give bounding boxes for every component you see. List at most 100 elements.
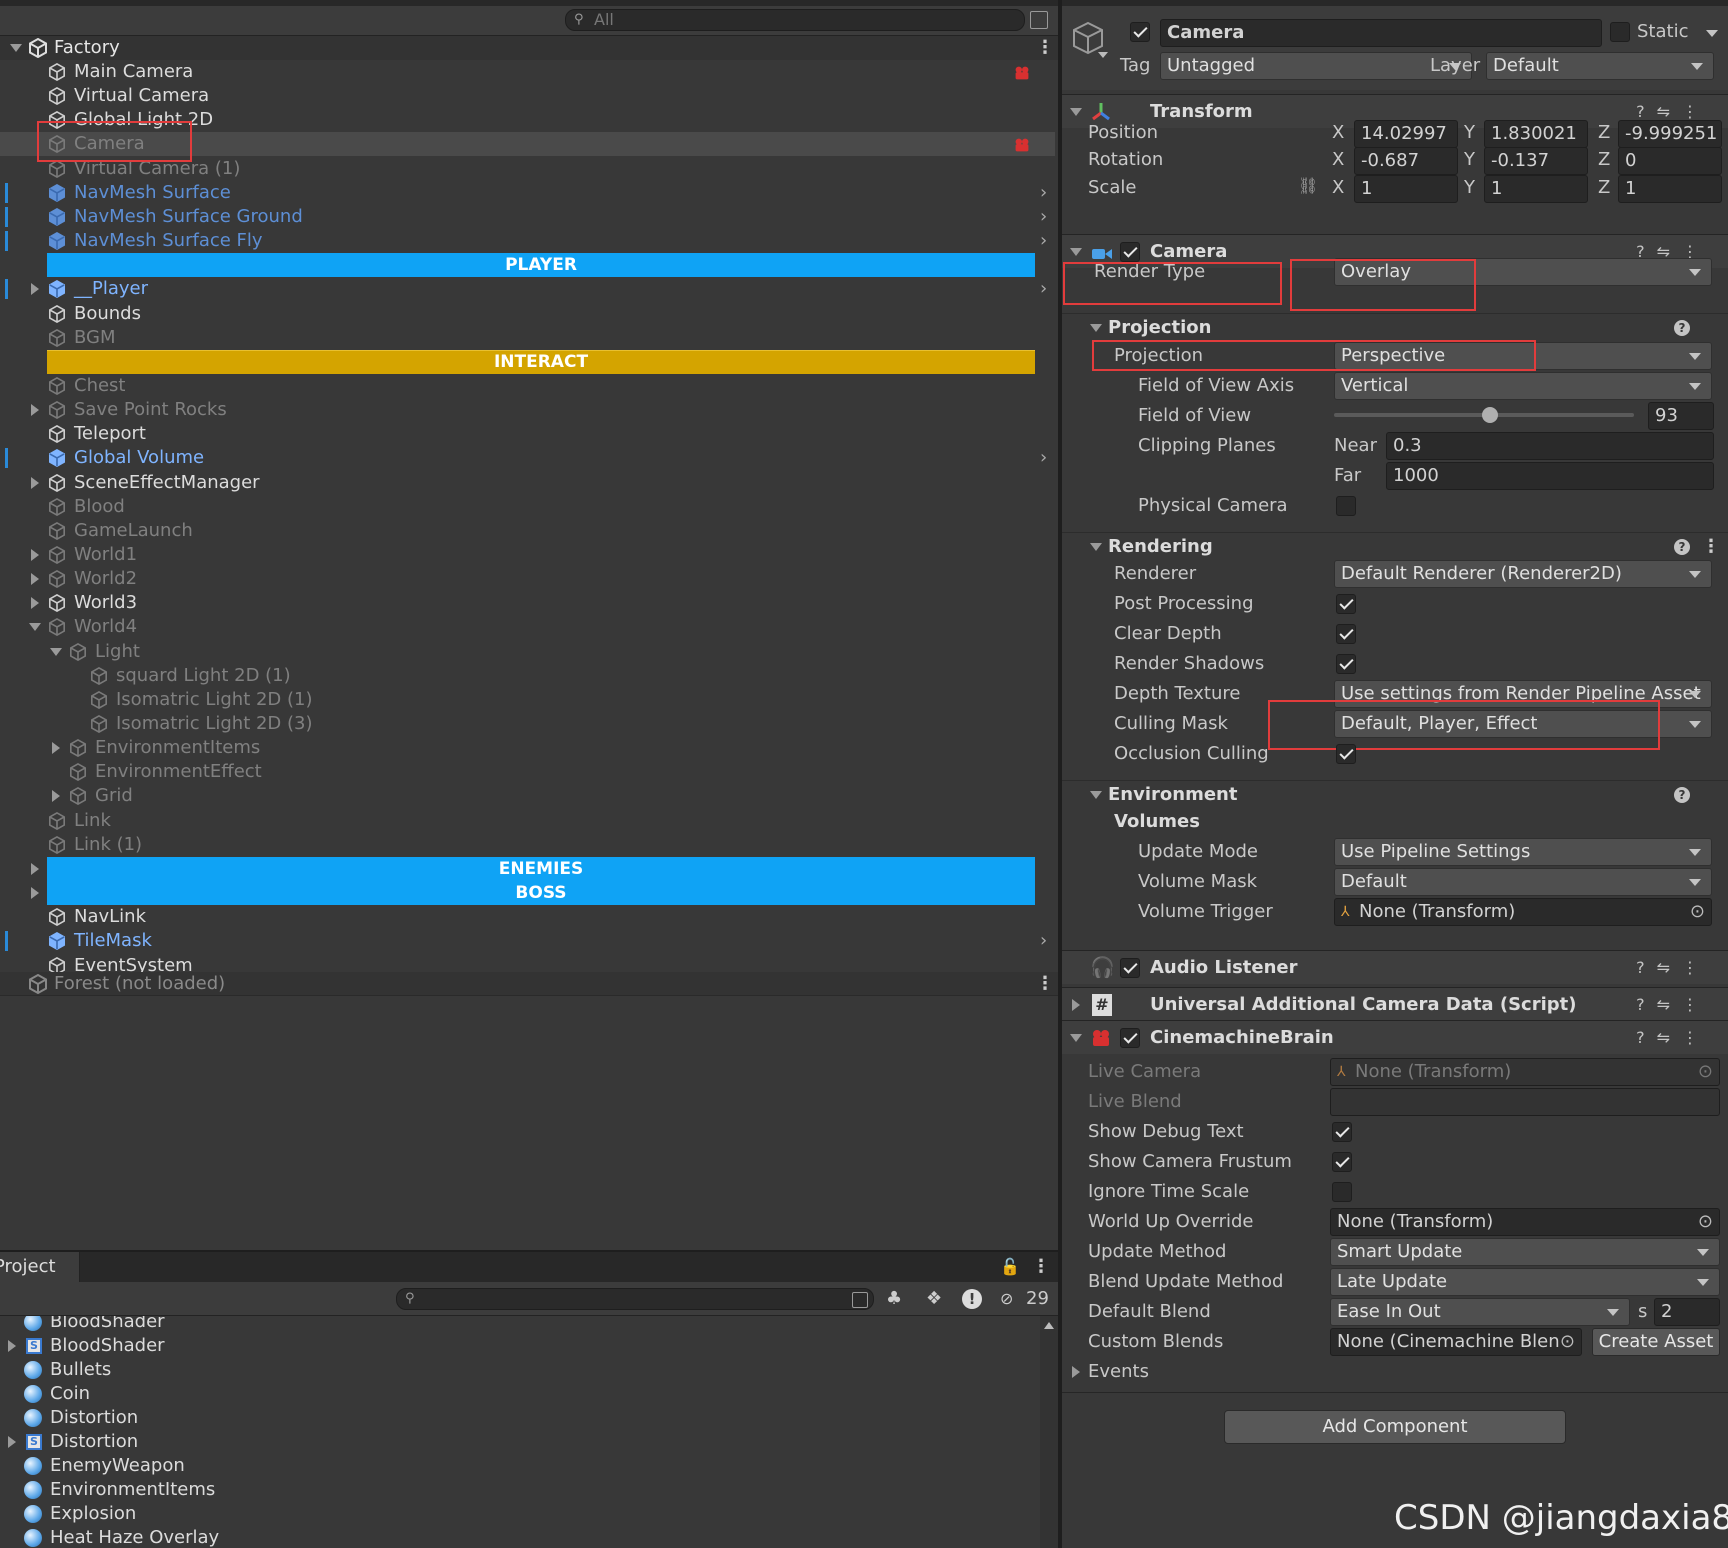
expand-arrow-icon[interactable] bbox=[52, 742, 60, 754]
hierarchy-item[interactable]: Light bbox=[0, 640, 1055, 664]
gameobject-icon[interactable] bbox=[1070, 20, 1106, 56]
project-scrollbar[interactable] bbox=[1040, 1316, 1058, 1548]
project-asset[interactable]: Heat Haze Overlay bbox=[0, 1526, 1040, 1548]
hierarchy-banner-enemies[interactable]: ENEMIES bbox=[0, 857, 1055, 881]
hierarchy-item[interactable]: Bounds bbox=[0, 302, 1055, 326]
expand-arrow-icon[interactable] bbox=[31, 887, 39, 899]
help-icon[interactable]: ? bbox=[1674, 787, 1690, 803]
expand-arrow-icon[interactable] bbox=[52, 790, 60, 802]
component-header-icons[interactable]: ?⇋⋮ bbox=[1636, 1021, 1710, 1055]
hierarchy-item[interactable]: NavLink bbox=[0, 905, 1055, 929]
panel-menu-icon[interactable]: ⋮ bbox=[1032, 1252, 1050, 1282]
open-prefab-chevron-icon[interactable]: › bbox=[1040, 929, 1047, 953]
renderer-dropdown[interactable]: Default Renderer (Renderer2D) bbox=[1334, 560, 1712, 588]
open-prefab-chevron-icon[interactable]: › bbox=[1040, 277, 1047, 301]
project-asset[interactable]: Coin bbox=[0, 1382, 1040, 1406]
projection-dropdown[interactable]: Perspective bbox=[1334, 342, 1712, 370]
scene-header[interactable]: Factory ⋮ bbox=[0, 36, 1058, 60]
hierarchy-item[interactable]: Link (1) bbox=[0, 833, 1055, 857]
hierarchy-item[interactable]: NavMesh Surface › bbox=[0, 181, 1055, 205]
scene-menu-icon[interactable]: ⋮ bbox=[1036, 972, 1054, 996]
audio-listener-checkbox[interactable] bbox=[1120, 958, 1140, 978]
hierarchy-search-input[interactable]: ⚲ All bbox=[565, 9, 1025, 31]
hierarchy-item[interactable]: __Player › bbox=[0, 277, 1055, 301]
hierarchy-item[interactable]: Main Camera bbox=[0, 60, 1055, 84]
icon-dropdown-arrow[interactable] bbox=[1098, 52, 1108, 58]
transform-rx-field[interactable]: -0.687 bbox=[1354, 147, 1458, 175]
live-blend-field[interactable] bbox=[1330, 1088, 1720, 1116]
project-asset[interactable]: S BloodShader bbox=[0, 1334, 1040, 1358]
occlusion-culling-checkbox[interactable] bbox=[1336, 744, 1356, 764]
foldout-icon[interactable] bbox=[1070, 108, 1082, 116]
brain-enabled-checkbox[interactable] bbox=[1120, 1028, 1140, 1048]
help-icon[interactable]: ? bbox=[1674, 539, 1690, 555]
expand-arrow-icon[interactable] bbox=[31, 477, 39, 489]
active-checkbox[interactable] bbox=[1130, 22, 1150, 42]
transform-sy-field[interactable]: 1 bbox=[1484, 175, 1588, 203]
filter-type-icon[interactable]: ♣ bbox=[886, 1282, 902, 1316]
fov-slider[interactable] bbox=[1334, 407, 1634, 423]
blend-time-field[interactable]: 2 bbox=[1654, 1298, 1720, 1326]
hierarchy-item[interactable]: NavMesh Surface Ground › bbox=[0, 205, 1055, 229]
far-field[interactable]: 1000 bbox=[1386, 462, 1714, 490]
object-picker-icon[interactable]: ⊙ bbox=[1698, 1209, 1713, 1235]
expand-arrow-icon[interactable] bbox=[8, 1436, 16, 1448]
scroll-up-icon[interactable] bbox=[1044, 1322, 1054, 1329]
layer-dropdown[interactable]: Default bbox=[1486, 52, 1714, 80]
hierarchy-item[interactable]: EnvironmentItems bbox=[0, 736, 1055, 760]
hierarchy-item[interactable]: squard Light 2D (1) bbox=[0, 664, 1055, 688]
foldout-icon[interactable] bbox=[1070, 248, 1082, 256]
add-component-button[interactable]: Add Component bbox=[1224, 1410, 1566, 1444]
hierarchy-item[interactable]: World2 bbox=[0, 567, 1055, 591]
fov-field[interactable]: 93 bbox=[1648, 402, 1714, 430]
collapse-arrow-icon[interactable] bbox=[50, 648, 62, 656]
fov-axis-dropdown[interactable]: Vertical bbox=[1334, 372, 1712, 400]
project-asset[interactable]: Distortion bbox=[0, 1406, 1040, 1430]
volume-trigger-field[interactable]: ⅄ None (Transform) ⊙ bbox=[1334, 898, 1712, 926]
near-field[interactable]: 0.3 bbox=[1386, 432, 1714, 460]
world-up-field[interactable]: None (Transform) ⊙ bbox=[1330, 1208, 1720, 1236]
expand-arrow-icon[interactable] bbox=[31, 283, 39, 295]
project-asset[interactable]: S Distortion bbox=[0, 1430, 1040, 1454]
foldout-icon[interactable] bbox=[1070, 1034, 1082, 1042]
transform-sz-field[interactable]: 1 bbox=[1618, 175, 1722, 203]
hierarchy-banner-player[interactable]: PLAYER bbox=[0, 253, 1055, 277]
default-blend-dropdown[interactable]: Ease In Out bbox=[1330, 1298, 1630, 1326]
blend-update-dropdown[interactable]: Late Update bbox=[1330, 1268, 1720, 1296]
hierarchy-item[interactable]: Virtual Camera (1) bbox=[0, 157, 1055, 181]
project-asset[interactable]: BloodShader bbox=[0, 1316, 1040, 1334]
open-prefab-chevron-icon[interactable]: › bbox=[1040, 446, 1047, 470]
hierarchy-item[interactable]: Global Volume › bbox=[0, 446, 1055, 470]
component-header-icons[interactable]: ?⇋⋮ bbox=[1636, 951, 1710, 985]
open-prefab-chevron-icon[interactable]: › bbox=[1040, 181, 1047, 205]
foldout-icon[interactable] bbox=[1090, 543, 1102, 551]
static-dropdown-icon[interactable] bbox=[1706, 30, 1718, 37]
hierarchy-item[interactable]: Teleport bbox=[0, 422, 1055, 446]
hierarchy-item[interactable]: Virtual Camera bbox=[0, 84, 1055, 108]
render-type-dropdown[interactable]: Overlay bbox=[1334, 258, 1712, 286]
open-prefab-chevron-icon[interactable]: › bbox=[1040, 205, 1047, 229]
projection-section[interactable]: Projection? bbox=[1062, 313, 1728, 341]
hierarchy-item[interactable]: GameLaunch bbox=[0, 519, 1055, 543]
rendering-section[interactable]: Rendering? ⋮ bbox=[1062, 532, 1728, 560]
hidden-packages-icon[interactable]: ⊘ bbox=[1000, 1282, 1013, 1316]
project-search-input[interactable]: ⚲ bbox=[396, 1288, 874, 1310]
audio-listener-header[interactable]: 🎧 Audio Listener ?⇋⋮ bbox=[1062, 950, 1728, 984]
hierarchy-item[interactable]: NavMesh Surface Fly › bbox=[0, 229, 1055, 253]
transform-rz-field[interactable]: 0 bbox=[1618, 147, 1722, 175]
expand-arrow-icon[interactable] bbox=[31, 573, 39, 585]
create-asset-button[interactable]: Create Asset bbox=[1592, 1328, 1720, 1356]
scene-foldout-icon[interactable] bbox=[10, 44, 22, 52]
transform-py-field[interactable]: 1.830021 bbox=[1484, 120, 1588, 148]
expand-icon[interactable] bbox=[1030, 11, 1048, 29]
object-picker-icon[interactable]: ⊙ bbox=[1559, 1329, 1575, 1355]
environment-section[interactable]: Environment? bbox=[1062, 780, 1728, 808]
filter-label-icon[interactable]: ❖ bbox=[926, 1282, 942, 1316]
hierarchy-item[interactable]: Blood bbox=[0, 495, 1055, 519]
hierarchy-item[interactable]: Save Point Rocks bbox=[0, 398, 1055, 422]
volume-mask-dropdown[interactable]: Default bbox=[1334, 868, 1712, 896]
custom-blends-field[interactable]: None (Cinemachine Blend ⊙ bbox=[1330, 1328, 1582, 1356]
expand-arrow-icon[interactable] bbox=[8, 1340, 16, 1352]
post-processing-checkbox[interactable] bbox=[1336, 594, 1356, 614]
live-camera-field[interactable]: ⅄ None (Transform) ⊙ bbox=[1330, 1058, 1720, 1086]
